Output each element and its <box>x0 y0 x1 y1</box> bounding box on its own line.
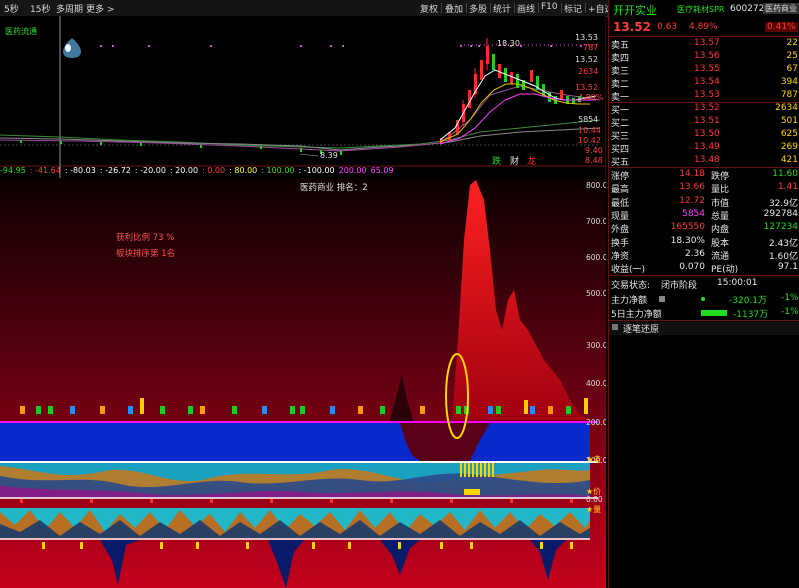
kline-chart[interactable]: 18.30 8.39 医药流通 跌 财 龙 13.53 787 13.52 26… <box>0 16 606 588</box>
svg-text:★价: ★价 <box>586 487 601 496</box>
quote-panel: 开开实业 医疗耗材SPR 600272 医药商业 13.52 0.63 4.89… <box>608 0 799 588</box>
indicator-value: -94.95 <box>0 166 26 175</box>
stats-row: 净资 2.36 流通 1.60亿 <box>611 248 798 262</box>
high-price-label: 18.30 <box>497 39 520 48</box>
svg-text:13.53: 13.53 <box>575 33 598 42</box>
indicator-value: 200.00 <box>338 166 367 175</box>
indicator-value: : -26.72 <box>99 166 131 175</box>
bid-row[interactable]: 买一 13.52 2634 <box>609 103 799 116</box>
stats-row: 涨停 14.18 跌停 11.60 <box>611 169 798 182</box>
svg-text:★量: ★量 <box>586 505 601 514</box>
ask-row[interactable]: 卖一 13.53 787 <box>609 90 799 103</box>
low-price-label: 8.39 <box>320 151 338 160</box>
svg-text:★走: ★走 <box>586 455 601 464</box>
trade-status-time: 15:00:01 <box>717 278 758 288</box>
info-icon[interactable] <box>659 296 665 302</box>
blue-band <box>0 423 590 461</box>
overlay-button[interactable]: 叠加 <box>445 2 463 15</box>
indicator-value: : -80.03 <box>64 166 96 175</box>
price-change: 0.63 <box>657 22 678 32</box>
ask-row[interactable]: 卖四 13.56 25 <box>609 51 799 64</box>
more-menu-button[interactable]: 更多 > <box>86 2 114 15</box>
multi-stock-button[interactable]: 多股 <box>469 2 487 15</box>
five-day-flow-value: -1137万 <box>733 310 769 320</box>
svg-text:300.0: 300.0 <box>586 341 606 350</box>
ask-row[interactable]: 卖二 13.54 394 <box>609 77 799 90</box>
trade-status-value: 闭市阶段 <box>661 281 698 291</box>
period-15s-button[interactable]: 15秒 <box>30 2 50 15</box>
svg-text:13.52: 13.52 <box>575 55 598 64</box>
svg-text:10.42: 10.42 <box>578 136 601 145</box>
stats-row: 换手 18.30% 股本 2.43亿 <box>611 235 798 249</box>
bid-row[interactable]: 买三 13.50 625 <box>609 129 799 142</box>
five-day-flow-label: 5日主力净额 <box>611 310 662 320</box>
multi-period-button[interactable]: 多周期 <box>56 2 83 15</box>
statistics-button[interactable]: 统计 <box>493 2 511 15</box>
indicator-value: : -100.00 <box>298 166 335 175</box>
tick-replay-tab[interactable]: 逐笔还原 <box>609 322 799 335</box>
striped-volume-bars <box>460 463 494 477</box>
sector-badge[interactable]: 医药商业 <box>763 3 799 14</box>
stats-row: 收益(一) 0.070 PE(动) 97.1 <box>611 262 798 276</box>
period-5s-button[interactable]: 5秒 <box>4 2 19 15</box>
sector-tag: 医药流通 <box>5 26 37 36</box>
indicator-values-header: -94.95: -41.64: -80.03: -26.72: -20.00: … <box>0 166 606 178</box>
indicator-value: 65.09 <box>370 166 394 175</box>
draw-line-button[interactable]: 画线 <box>517 2 535 15</box>
stock-name: 开开实业 <box>613 4 657 17</box>
svg-text:200.0: 200.0 <box>586 418 606 427</box>
svg-text:10.44: 10.44 <box>578 126 601 135</box>
five-day-flow-pct: -1% <box>781 307 799 317</box>
svg-text:5854: 5854 <box>578 115 598 124</box>
ask-row[interactable]: 卖五 13.57 22 <box>609 38 799 51</box>
indicator-value: : 0.00 <box>202 166 226 175</box>
svg-text:13.52: 13.52 <box>575 83 598 92</box>
bid-row[interactable]: 买五 13.48 421 <box>609 155 799 168</box>
indicator-value: : 20.00 <box>169 166 199 175</box>
indicator-value: : -41.64 <box>29 166 61 175</box>
main-flow-pct: -1% <box>781 293 799 303</box>
stats-row: 最高 13.66 量比 1.41 <box>611 182 798 196</box>
indicator-value: : 100.00 <box>261 166 295 175</box>
price-change-pct: 4.89% <box>689 22 718 32</box>
flow-dot-icon <box>701 297 705 301</box>
expand-icon[interactable] <box>612 324 618 330</box>
svg-text:700.0: 700.0 <box>586 217 606 226</box>
main-flow-value: -320.1万 <box>729 296 768 306</box>
indicator-value: : 80.00 <box>229 166 258 175</box>
sector-rank-label: 板块排序第 1名 <box>116 248 175 259</box>
current-price: 13.52 <box>613 20 651 34</box>
main-flow-label: 主力净额 <box>611 296 648 306</box>
indicator-value: : -20.00 <box>134 166 166 175</box>
svg-text:800.0: 800.0 <box>586 181 606 190</box>
svg-text:2634: 2634 <box>578 67 598 76</box>
svg-text:787: 787 <box>583 43 598 52</box>
stats-row: 最低 12.72 市值 32.9亿 <box>611 195 798 209</box>
indicator-subtitle: 医药商业 排名：2 <box>300 183 368 193</box>
adjust-button[interactable]: 复权 <box>420 2 438 15</box>
profit-ratio-label: 获利比例 73 % <box>116 232 174 243</box>
mark-button[interactable]: 标记 <box>564 2 582 15</box>
stock-code: 600272 <box>730 4 765 14</box>
stock-subname: 医疗耗材SPR <box>677 5 725 14</box>
stats-row: 现量 5854 总量 292784 <box>611 208 798 222</box>
stats-row: 外盘 165550 内盘 127234 <box>611 222 798 236</box>
ratio-badge: 0.41% <box>765 22 798 32</box>
ask-row[interactable]: 卖三 13.55 67 <box>609 64 799 77</box>
svg-text:400.0: 400.0 <box>586 379 606 388</box>
svg-text:0.00: 0.00 <box>586 495 603 504</box>
svg-text:500.0: 500.0 <box>586 289 606 298</box>
svg-text:600.0: 600.0 <box>586 253 606 262</box>
bid-row[interactable]: 买四 13.49 269 <box>609 142 799 155</box>
svg-text:9.40: 9.40 <box>585 146 603 155</box>
svg-text:8.48: 8.48 <box>585 156 603 165</box>
svg-text:4.89%: 4.89% <box>578 93 604 102</box>
five-day-flow-bar <box>701 310 727 316</box>
f10-button[interactable]: F10 <box>541 2 558 12</box>
trade-status-label: 交易状态: <box>611 281 651 291</box>
bid-row[interactable]: 买二 13.51 501 <box>609 116 799 129</box>
